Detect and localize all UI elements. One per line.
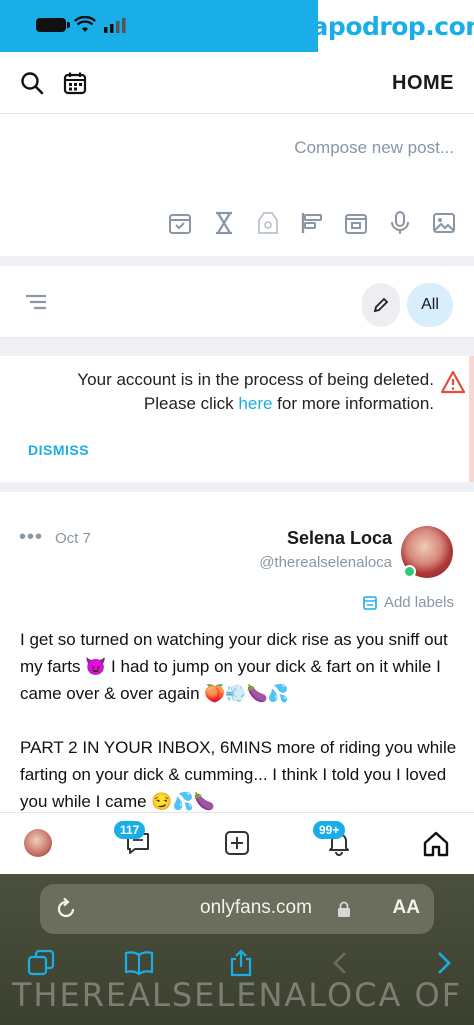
url-text: onlyfans.com (200, 897, 312, 918)
bookmarks-icon[interactable] (124, 948, 154, 978)
feed-filters: All (0, 266, 474, 338)
hourglass-icon[interactable] (211, 210, 237, 236)
bottom-nav: 117 99+ (0, 812, 474, 874)
search-icon[interactable] (19, 70, 45, 96)
add-label-icon (363, 595, 377, 610)
alert-line-2: Please click here for more information. (60, 392, 434, 416)
post-paragraph: I get so turned on watching your dick ri… (20, 630, 448, 703)
section-divider (0, 482, 474, 492)
microphone-icon[interactable] (387, 210, 413, 236)
battery-icon (36, 18, 70, 32)
caption-overlay: THEREALSELENALOCA OF (11, 976, 463, 1014)
vault-icon[interactable] (343, 210, 369, 236)
alert-message: Your account is in the process of being … (60, 368, 434, 416)
image-icon[interactable] (431, 210, 457, 236)
pencil-icon (373, 297, 389, 313)
author-handle[interactable]: @therealselenaloca (259, 554, 392, 571)
feed-post: Selena Loca @therealselenaloca Oct 7 •••… (0, 492, 474, 812)
author-name[interactable]: Selena Loca (287, 528, 392, 549)
post-paragraph: PART 2 IN YOUR INBOX, 6MINS more of ridi… (20, 738, 457, 811)
page-title: HOME (392, 72, 454, 94)
compose-input[interactable]: Compose new post... (294, 138, 454, 158)
sort-icon[interactable] (24, 293, 48, 311)
account-deletion-alert: Your account is in the process of being … (0, 356, 474, 482)
section-divider (0, 338, 474, 356)
calendar-icon[interactable] (62, 70, 88, 96)
home-icon[interactable] (421, 829, 451, 859)
back-icon[interactable] (326, 948, 356, 978)
watermark-logo: fapodrop.com (301, 0, 474, 52)
profile-avatar[interactable] (24, 829, 52, 857)
alert-here-link[interactable]: here (238, 394, 272, 413)
dismiss-button[interactable]: DISMISS (28, 442, 89, 458)
price-tag-icon[interactable] (255, 210, 281, 236)
add-post-icon[interactable] (223, 829, 251, 857)
warning-icon (440, 370, 466, 394)
share-icon[interactable] (226, 948, 256, 978)
address-bar[interactable]: onlyfans.com AA (40, 884, 434, 934)
add-labels-button[interactable]: Add labels (362, 594, 454, 611)
top-header: HOME (0, 52, 474, 114)
edit-filters-button[interactable] (362, 283, 400, 327)
notifications-badge: 99+ (313, 821, 346, 839)
online-indicator (403, 565, 416, 578)
reader-aa-button[interactable]: AA (393, 897, 420, 919)
post-text: I get so turned on watching your dick ri… (20, 626, 458, 812)
messages-badge: 117 (114, 821, 146, 839)
schedule-icon[interactable] (167, 210, 193, 236)
alert-suffix: for more information. (272, 394, 434, 413)
alert-line-1: Your account is in the process of being … (77, 370, 434, 389)
tabs-icon[interactable] (26, 948, 56, 978)
reload-icon[interactable] (54, 897, 78, 921)
status-bar: fapodrop.com (0, 0, 474, 52)
post-more-button[interactable]: ••• (19, 526, 43, 549)
filter-all-tab[interactable]: All (407, 283, 453, 327)
poll-icon[interactable] (299, 210, 325, 236)
post-composer: Compose new post... (0, 114, 474, 256)
add-labels-label: Add labels (383, 594, 454, 611)
forward-icon[interactable] (428, 948, 458, 978)
signal-icon (104, 18, 126, 33)
wifi-icon (74, 16, 96, 32)
section-divider (0, 256, 474, 266)
lock-icon (338, 901, 350, 917)
alert-prefix: Please click (143, 394, 239, 413)
post-date: Oct 7 (55, 530, 91, 547)
status-icons (36, 14, 126, 36)
